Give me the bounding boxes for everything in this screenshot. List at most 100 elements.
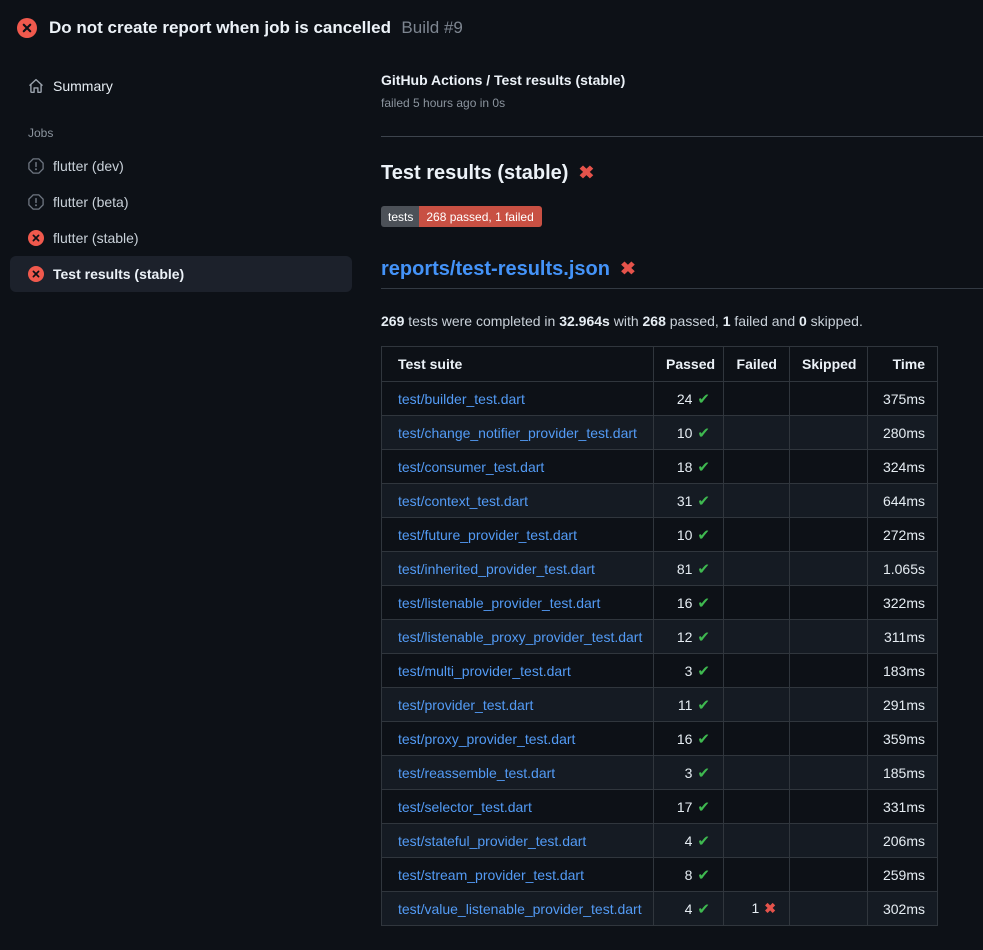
check-icon: ✔ [697,697,710,714]
sidebar-job-label: flutter (beta) [53,194,128,210]
check-icon: ✔ [697,833,710,850]
test-suite-link[interactable]: test/future_provider_test.dart [398,527,577,543]
sidebar-summary-label: Summary [53,78,113,94]
table-row: test/change_notifier_provider_test.dart 1… [382,416,938,450]
time-cell: 311ms [868,620,938,654]
sidebar-job-item-flutter-stable[interactable]: flutter (stable) [10,220,352,256]
run-title-group: Do not create report when job is cancell… [49,18,463,38]
check-icon: ✔ [697,799,710,816]
failed-cell [724,586,790,620]
check-icon: ✔ [697,595,710,612]
summary-text: failed and [731,313,800,329]
test-suite-cell: test/provider_test.dart [382,688,654,722]
test-suite-link[interactable]: test/builder_test.dart [398,391,525,407]
skipped-cell [790,484,868,518]
column-header-test-suite: Test suite [382,347,654,382]
cross-mark-icon: ✖ [620,260,636,278]
test-suite-link[interactable]: test/reassemble_test.dart [398,765,555,781]
test-suite-link[interactable]: test/proxy_provider_test.dart [398,731,575,747]
sidebar-job-item-flutter-dev[interactable]: flutter (dev) [10,148,352,184]
time-cell: 280ms [868,416,938,450]
test-suite-link[interactable]: test/listenable_proxy_provider_test.dart [398,629,642,645]
test-suite-link[interactable]: test/stateful_provider_test.dart [398,833,586,849]
time-cell: 375ms [868,382,938,416]
test-suite-link[interactable]: test/listenable_provider_test.dart [398,595,600,611]
passed-count: 4 [685,833,693,849]
summary-text: passed, [666,313,723,329]
time-cell: 272ms [868,518,938,552]
failed-cell [724,484,790,518]
sidebar-item-summary[interactable]: Summary [10,70,352,102]
check-icon: ✔ [697,731,710,748]
failed-cell [724,654,790,688]
passed-count: 4 [685,901,693,917]
skipped-cell [790,450,868,484]
sidebar-job-label: flutter (stable) [53,230,139,246]
test-suite-link[interactable]: test/stream_provider_test.dart [398,867,584,883]
test-suite-link[interactable]: test/value_listenable_provider_test.dart [398,901,642,917]
sidebar-job-item-flutter-beta[interactable]: flutter (beta) [10,184,352,220]
passed-cell: 3✔ [654,654,724,688]
report-file-heading: reports/test-results.json ✖ [381,258,983,289]
test-suite-link[interactable]: test/inherited_provider_test.dart [398,561,595,577]
summary-section-title-text: Test results (stable) [381,162,568,185]
test-suite-cell: test/proxy_provider_test.dart [382,722,654,756]
passed-count: 8 [685,867,693,883]
passed-count: 81 [677,561,693,577]
stop-icon [28,158,44,174]
run-header: Do not create report when job is cancell… [0,0,983,48]
test-suite-link[interactable]: test/change_notifier_provider_test.dart [398,425,637,441]
test-suite-cell: test/future_provider_test.dart [382,518,654,552]
passed-count: 10 [677,527,693,543]
test-suite-cell: test/multi_provider_test.dart [382,654,654,688]
skipped-cell [790,790,868,824]
table-row: test/inherited_provider_test.dart81✔1.06… [382,552,938,586]
table-row: test/value_listenable_provider_test.dart… [382,892,938,926]
run-build-number: Build #9 [401,18,462,37]
time-cell: 206ms [868,824,938,858]
column-header-passed: Passed [654,347,724,382]
failed-cell: 1✖ [724,892,790,926]
check-icon: ✔ [697,425,710,442]
passed-cell: 10✔ [654,416,724,450]
skipped-cell [790,824,868,858]
passed-count: 17 [677,799,693,815]
passed-count: 31 [677,493,693,509]
check-icon: ✔ [697,527,710,544]
job-status-line: failed 5 hours ago in 0s [381,94,983,112]
test-suite-link[interactable]: test/selector_test.dart [398,799,532,815]
passed-cell: 16✔ [654,722,724,756]
test-suite-link[interactable]: test/consumer_test.dart [398,459,544,475]
summary-number: 1 [723,313,731,329]
sidebar-job-item-test-results-stable[interactable]: Test results (stable) [10,256,352,292]
report-file-link[interactable]: reports/test-results.json [381,258,610,281]
run-title: Do not create report when job is cancell… [49,18,391,37]
check-icon: ✔ [697,663,710,680]
passed-cell: 4✔ [654,892,724,926]
failed-cell [724,382,790,416]
summary-number: 32.964s [559,313,610,329]
test-suite-cell: test/context_test.dart [382,484,654,518]
time-cell: 183ms [868,654,938,688]
time-cell: 331ms [868,790,938,824]
test-suite-link[interactable]: test/context_test.dart [398,493,528,509]
summary-text: with [610,313,643,329]
failed-cell [724,858,790,892]
summary-text: tests were completed in [404,313,559,329]
time-cell: 359ms [868,722,938,756]
passed-count: 3 [685,765,693,781]
check-icon: ✔ [697,493,710,510]
skipped-cell [790,858,868,892]
table-row: test/stream_provider_test.dart8✔259ms [382,858,938,892]
cross-mark-icon: ✖ [578,164,594,182]
x-circle-icon [28,230,44,246]
passed-cell: 24✔ [654,382,724,416]
test-suite-link[interactable]: test/provider_test.dart [398,697,533,713]
check-icon: ✔ [697,867,710,884]
passed-cell: 8✔ [654,858,724,892]
passed-count: 3 [685,663,693,679]
passed-cell: 31✔ [654,484,724,518]
test-suite-cell: test/value_listenable_provider_test.dart [382,892,654,926]
test-suite-link[interactable]: test/multi_provider_test.dart [398,663,571,679]
table-row: test/listenable_proxy_provider_test.dart… [382,620,938,654]
